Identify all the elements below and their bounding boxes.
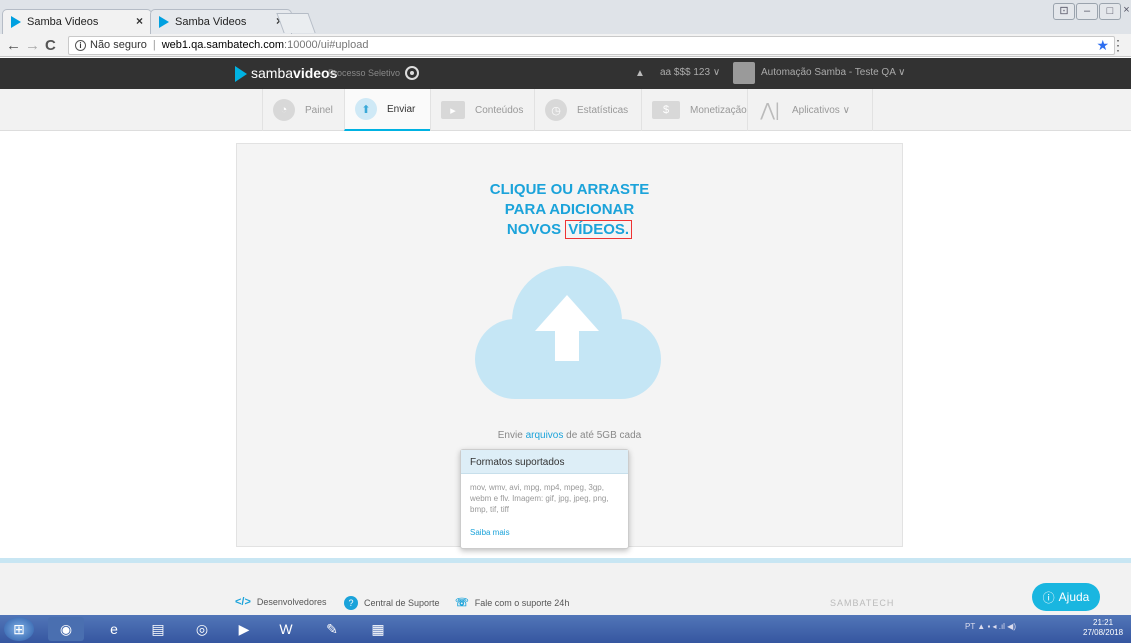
popover-body: mov, wmv, avi, mpg, mp4, mpeg, 3gp, webm… <box>470 483 609 514</box>
browser-tab-strip: Samba Videos × Samba Videos × ⊡ – □ × <box>0 0 1131 34</box>
start-button-icon[interactable]: ⊞ <box>4 617 34 641</box>
help-button[interactable]: ⓘ Ajuda <box>1032 583 1100 611</box>
file-explorer-icon[interactable]: ▤ <box>140 617 176 641</box>
main-nav: ◔ Painel ⬆ Enviar ▸ Conteúdos ◷ Estatíst… <box>0 89 1131 131</box>
profile-icon[interactable]: ⊡ <box>1053 3 1075 20</box>
headline-line-3: NOVOS VÍDEOS. <box>236 220 903 240</box>
system-tray[interactable]: PT ▲ ▪ ◂ .ıl ◀) <box>965 622 1016 631</box>
internet-explorer-icon[interactable]: e <box>96 617 132 641</box>
language-indicator: PT <box>965 622 976 631</box>
footer: </> Desenvolvedores ? Central de Suporte ☏… <box>0 563 1131 615</box>
tab-title: Samba Videos <box>27 16 99 28</box>
logo-text-light: samba <box>251 65 294 81</box>
forward-icon[interactable]: → <box>25 37 40 54</box>
media-player-icon[interactable]: ▶ <box>226 617 262 641</box>
process-label: Processo Seletivo <box>328 68 401 78</box>
tab-title: Samba Videos <box>175 16 247 28</box>
support-center-link[interactable]: ? Central de Suporte <box>344 596 440 610</box>
clock-time: 21:21 <box>1093 618 1114 627</box>
hint-prefix: Envie <box>497 430 523 441</box>
security-label: Não seguro <box>90 39 147 51</box>
monetization-icon: $ <box>652 101 680 119</box>
browser-tab[interactable]: Samba Videos × <box>2 9 152 34</box>
clock-date: 27/08/2018 <box>1083 628 1124 637</box>
code-icon: </> <box>235 596 251 608</box>
popover-title: Formatos suportados <box>461 450 628 474</box>
word-icon[interactable]: W <box>268 617 304 641</box>
brand-label: SAMBATECH <box>830 598 895 608</box>
apps-icon: ⋀| <box>760 99 780 120</box>
back-icon[interactable]: ← <box>6 37 21 54</box>
nav-item-label: Conteúdos <box>475 104 524 116</box>
question-icon: ? <box>344 596 358 610</box>
cloud-upload-icon[interactable] <box>475 265 661 401</box>
new-tab-button[interactable] <box>276 13 316 33</box>
close-window-icon[interactable]: × <box>1122 3 1131 20</box>
developers-label: Desenvolvedores <box>256 597 327 607</box>
nav-item-painel[interactable]: ◔ Painel <box>262 89 344 131</box>
logo[interactable]: sambavideos <box>251 65 337 81</box>
phone-support-link[interactable]: ☏ Fale com o suporte 24h <box>455 596 569 609</box>
nav-item-aplicativos[interactable]: ⋀| Aplicativos ∨ <box>747 89 873 131</box>
info-icon[interactable]: i <box>75 40 86 51</box>
help-label: Ajuda <box>1058 590 1090 604</box>
upload-headline[interactable]: CLIQUE OU ARRASTE PARA ADICIONAR NOVOS V… <box>236 180 903 240</box>
reload-icon[interactable]: C <box>45 37 56 54</box>
url-host: web1.qa.sambatech.com <box>161 39 285 51</box>
headline-videos-highlight: VÍDEOS. <box>565 220 633 239</box>
nav-item-label: Aplicativos ∨ <box>792 104 850 116</box>
help-circle-icon: ⓘ <box>1042 590 1055 605</box>
nav-item-estatisticas[interactable]: ◷ Estatísticas <box>534 89 641 131</box>
support-label: Central de Suporte <box>364 598 440 608</box>
hint-suffix: de até 5GB cada <box>566 430 642 441</box>
bell-icon[interactable]: ▲ <box>635 68 645 79</box>
developers-link[interactable]: </> Desenvolvedores <box>235 596 326 608</box>
nav-item-conteudos[interactable]: ▸ Conteúdos <box>430 89 534 131</box>
headline-line-1: CLIQUE OU ARRASTE <box>489 181 650 198</box>
nav-item-label: Estatísticas <box>577 104 629 116</box>
app-icon[interactable]: ◎ <box>184 617 220 641</box>
samba-favicon-icon <box>11 16 21 28</box>
phone-24h-icon: ☏ <box>455 597 469 609</box>
phone-label: Fale com o suporte 24h <box>474 597 570 608</box>
logo-play-icon <box>235 66 247 82</box>
os-taskbar: ⊞ ◉ e ▤ ◎ ▶ W ✎ ▦ PT ▲ ▪ ◂ .ıl ◀) 21:21 2… <box>0 615 1131 643</box>
url-input[interactable]: i Não seguro | web1.qa.sambatech.com:10000/… <box>68 36 1115 55</box>
nav-item-monetizacao[interactable]: $ Monetização <box>641 89 747 131</box>
upload-hint: Envie arquivos de até 5GB cada <box>236 430 903 441</box>
headline-novos: NOVOS <box>506 221 562 238</box>
chrome-icon[interactable]: ◉ <box>48 617 84 641</box>
maximize-icon[interactable]: □ <box>1099 3 1121 20</box>
formats-popover: Formatos suportados mov, wmv, avi, mpg, … <box>460 449 629 549</box>
stats-icon: ◷ <box>545 99 567 121</box>
url-separator: | <box>152 39 156 51</box>
avatar[interactable] <box>733 62 755 84</box>
upload-icon: ⬆ <box>355 98 377 120</box>
gauge-icon[interactable] <box>405 66 419 80</box>
nav-item-label: Enviar <box>387 103 416 115</box>
folder-icon[interactable]: ▦ <box>360 617 396 641</box>
app-header: sambavideos Processo Seletivo ▲ aa $$$ 1… <box>0 58 1131 89</box>
close-tab-icon[interactable]: × <box>136 14 143 28</box>
browser-menu-icon[interactable]: ⋮ <box>1111 37 1125 54</box>
headline-line-2: PARA ADICIONAR <box>504 201 635 218</box>
bookmark-star-icon[interactable]: ★ <box>1096 37 1109 54</box>
files-link[interactable]: arquivos <box>526 430 564 441</box>
url-path: :10000/ui#upload <box>284 39 369 51</box>
learn-more-link[interactable]: Saiba mais <box>470 528 510 537</box>
clock[interactable]: 21:21 27/08/2018 <box>1083 618 1123 638</box>
contents-icon: ▸ <box>441 101 465 119</box>
nav-item-enviar[interactable]: ⬆ Enviar <box>344 89 430 131</box>
paint-icon[interactable]: ✎ <box>314 617 350 641</box>
user-dropdown[interactable]: Automação Samba - Teste QA ∨ <box>761 67 905 78</box>
address-bar-row: ← → C i Não seguro | web1.qa.sambatech.com:… <box>0 34 1131 57</box>
nav-item-label: Painel <box>305 104 333 116</box>
dashboard-icon: ◔ <box>273 99 295 121</box>
samba-favicon-icon <box>159 16 169 28</box>
nav-item-label: Monetização <box>690 104 747 116</box>
minimize-icon[interactable]: – <box>1076 3 1098 20</box>
account-dropdown[interactable]: aa $$$ 123 ∨ <box>660 67 720 78</box>
browser-tab[interactable]: Samba Videos × <box>150 9 292 34</box>
